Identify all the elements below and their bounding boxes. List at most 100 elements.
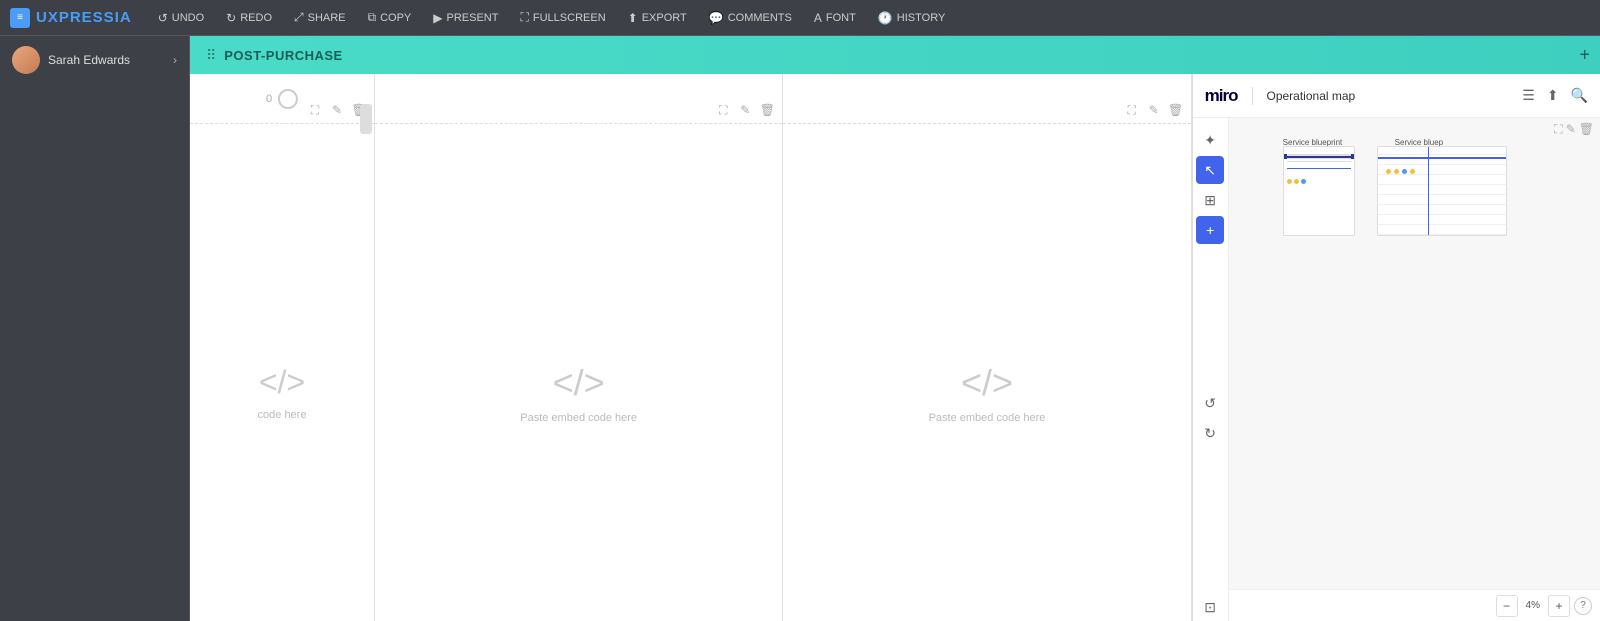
expand-icon-2[interactable]: ⛶ [714,101,732,119]
nav-share-label: SHARE [308,12,346,24]
nav-present[interactable]: ▶ PRESENT [425,7,506,29]
nav-history-label: HISTORY [897,12,946,24]
logo-icon-letter: ≡ [17,12,23,23]
embed-text-3: Paste embed code here [929,412,1046,424]
avatar-image [12,46,40,74]
user-name: Sarah Edwards [48,53,130,67]
code-icon-2: </> [553,362,605,404]
miro-grid-tool[interactable]: ⊞ [1196,186,1224,214]
blueprint-thumb-2 [1377,146,1507,236]
zero-label: 0 [266,93,272,105]
blueprint-thumb-1 [1283,146,1355,236]
present-icon: ▶ [433,11,442,25]
delete-icon-2[interactable]: 🗑 [758,101,776,119]
miro-cursor-tool[interactable]: ↖ [1196,156,1224,184]
cell-controls-3: ⛶ ✎ 🗑 [1123,101,1185,119]
undo-icon: ↺ [158,11,168,25]
redo-icon: ↻ [226,11,236,25]
embed-placeholder-2[interactable]: </> Paste embed code here [375,204,782,581]
chevron-right-icon: › [173,53,177,67]
column-4-miro: miro Operational map ☰ ⬆ 🔍 ✦ ↖ ⊞ + ↺ ↻ ⊡ [1192,74,1600,621]
miro-help-button[interactable]: ? [1574,597,1592,615]
nav-export[interactable]: ⬆ EXPORT [620,7,695,29]
nav-history[interactable]: 🕐 HISTORY [870,7,953,29]
phase-title: POST-PURCHASE [224,48,342,63]
nav-redo[interactable]: ↻ REDO [218,7,280,29]
miro-delete-icon[interactable]: 🗑 [1579,122,1594,137]
embed-text-2: Paste embed code here [520,412,637,424]
logo-icon: ≡ [10,8,30,28]
miro-zoom-in-button[interactable]: + [1548,595,1570,617]
columns-container: 0 ⛶ ✎ 🗑 </> code here ⛶ ✎ [190,74,1600,621]
blueprint-inner-1 [1284,154,1354,236]
embed-text-1: code here [258,409,307,421]
miro-zoom-out-button[interactable]: − [1496,595,1518,617]
column-2: ⛶ ✎ 🗑 </> Paste embed code here [375,74,783,621]
miro-canvas-inner: Service blueprint [1229,118,1600,589]
cell-controls-2: ⛶ ✎ 🗑 [714,101,776,119]
nav-undo[interactable]: ↺ UNDO [150,7,212,29]
user-row[interactable]: Sarah Edwards › [0,36,189,84]
logo-text: UXPRESSIA [36,9,132,26]
num-circle [278,89,298,109]
nav-present-label: PRESENT [447,12,499,24]
nav-share[interactable]: ⤢ SHARE [286,6,354,29]
nav-undo-label: UNDO [172,12,204,24]
nav-comments[interactable]: 💬 COMMENTS [701,7,800,29]
avatar [12,46,40,74]
drag-icon: ⠿ [206,47,216,64]
miro-sparkle-tool[interactable]: ✦ [1196,126,1224,154]
miro-canvas: Service blueprint [1229,118,1600,589]
phase-bar: ⠿ POST-PURCHASE + [190,36,1600,74]
cell-top-3: ⛶ ✎ 🗑 [783,74,1190,124]
miro-undo-tool[interactable]: ↺ [1196,390,1224,418]
cell-controls-1: ⛶ ✎ 🗑 [306,101,368,119]
miro-redo-tool[interactable]: ↻ [1196,420,1224,448]
edit-icon-2[interactable]: ✎ [736,101,754,119]
expand-icon-3[interactable]: ⛶ [1123,101,1141,119]
miro-edit-icon[interactable]: ✎ [1566,122,1576,137]
nav-copy-label: COPY [380,12,411,24]
font-icon: A [814,11,822,25]
miro-logo: miro [1205,86,1238,106]
top-navigation: ≡ UXPRESSIA ↺ UNDO ↻ REDO ⤢ SHARE ⧉ COPY… [0,0,1600,36]
history-icon: 🕐 [878,11,893,25]
export-icon: ⬆ [628,11,638,25]
code-icon-3: </> [961,362,1013,404]
miro-menu-icon[interactable]: ☰ [1522,87,1535,104]
logo-area: ≡ UXPRESSIA [10,8,132,28]
embed-placeholder-3[interactable]: </> Paste embed code here [783,204,1190,581]
miro-footer: − 4% + ? [1229,589,1600,621]
cell-top-2: ⛶ ✎ 🗑 [375,74,782,124]
add-phase-button[interactable]: + [1579,45,1590,66]
nav-fullscreen[interactable]: ⛶ FULLSCREEN [512,6,613,29]
miro-search-icon[interactable]: 🔍 [1571,87,1588,104]
nav-fullscreen-label: FULLSCREEN [533,12,606,24]
fullscreen-icon: ⛶ [520,10,528,25]
edit-icon[interactable]: ✎ [328,101,346,119]
nav-font-label: FONT [826,12,856,24]
miro-cell-controls: ⛶ ✎ 🗑 [1550,118,1598,141]
num-badge-1: 0 [266,89,298,109]
nav-copy[interactable]: ⧉ COPY [360,6,420,29]
edit-icon-3[interactable]: ✎ [1145,101,1163,119]
nav-export-label: EXPORT [642,12,687,24]
nav-redo-label: REDO [240,12,272,24]
sidebar: Sarah Edwards › [0,36,190,621]
expand-icon[interactable]: ⛶ [306,101,324,119]
miro-divider [1252,87,1253,105]
nav-comments-label: COMMENTS [728,12,792,24]
delete-icon-3[interactable]: 🗑 [1167,101,1185,119]
comments-icon: 💬 [709,11,724,25]
miro-board-title: Operational map [1267,89,1511,103]
miro-plus-tool[interactable]: + [1196,216,1224,244]
miro-expand-icon[interactable]: ⛶ [1554,122,1562,137]
nav-font[interactable]: A FONT [806,7,864,29]
miro-header: miro Operational map ☰ ⬆ 🔍 [1193,74,1600,118]
scroll-indicator[interactable] [360,104,372,134]
share-icon: ⤢ [294,10,304,25]
miro-share-icon[interactable]: ⬆ [1547,87,1559,104]
miro-frame-tool[interactable]: ⊡ [1196,593,1224,621]
column-3: ⛶ ✎ 🗑 </> Paste embed code here [783,74,1191,621]
miro-toolbar: ✦ ↖ ⊞ + ↺ ↻ ⊡ [1193,118,1229,621]
